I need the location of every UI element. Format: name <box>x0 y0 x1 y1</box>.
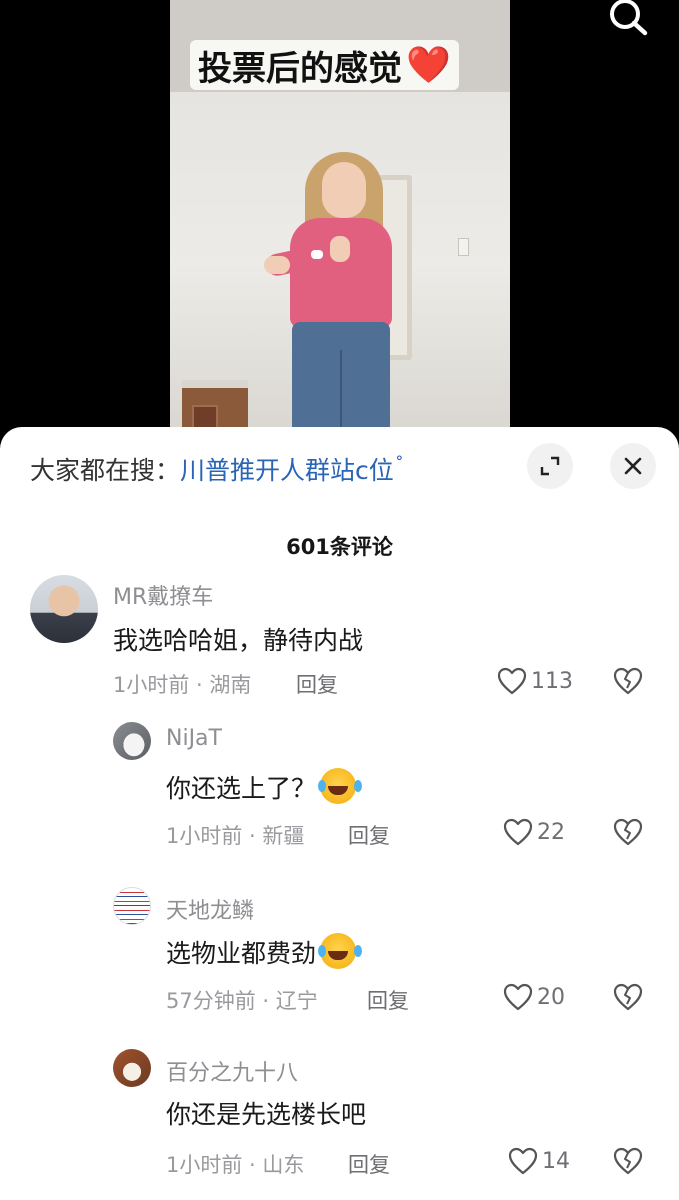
reply-button[interactable]: 回复 <box>296 669 338 699</box>
comment-text: 选物业都费劲 <box>166 933 357 970</box>
avatar[interactable] <box>113 722 151 760</box>
avatar[interactable] <box>113 1049 151 1087</box>
laughing-crying-emoji-icon <box>318 933 357 969</box>
comment-text-content: 你还选上了？ <box>166 774 317 803</box>
like-button[interactable]: 22 <box>503 816 565 848</box>
avatar[interactable] <box>30 575 98 643</box>
reply-button[interactable]: 回复 <box>367 985 409 1015</box>
like-button[interactable]: 113 <box>497 665 573 697</box>
person-hand-left <box>264 256 290 274</box>
comment-count: 601条评论 <box>286 535 393 559</box>
expand-icon <box>540 456 560 476</box>
reply-button[interactable]: 回复 <box>348 1149 390 1179</box>
avatar[interactable] <box>113 887 151 925</box>
heart-outline-icon <box>497 667 527 695</box>
hot-search-link[interactable]: 川普推开人群站c位 <box>180 456 394 485</box>
like-count: 113 <box>531 668 573 694</box>
comment-item: MR戴撩车 我选哈哈姐，静待内战 1小时前 · 湖南 回复 113 <box>0 575 679 705</box>
like-button[interactable]: 14 <box>508 1145 570 1177</box>
close-icon <box>624 457 642 475</box>
person-sticker <box>311 250 323 259</box>
comment-time-location: 1小时前 · 山东 <box>166 1153 305 1177</box>
comment-text: 我选哈哈姐，静待内战 <box>113 626 364 655</box>
video-caption-text: 投票后的感觉 <box>198 48 402 89</box>
video-wall-switch <box>458 238 469 256</box>
comment-text: 你还选上了？ <box>166 768 357 805</box>
heart-emoji-icon: ❤️ <box>406 45 451 86</box>
comment-text: 你还是先选楼长吧 <box>166 1100 367 1129</box>
video-player[interactable]: 投票后的感觉 ❤️ <box>0 0 679 440</box>
comment-time-location: 1小时前 · 湖南 <box>113 673 252 697</box>
search-icon[interactable] <box>605 0 651 36</box>
hot-search-small-search-icon: ᐤ <box>395 451 403 472</box>
comment-item: 百分之九十八 你还是先选楼长吧 1小时前 · 山东 回复 14 <box>0 1049 679 1199</box>
comment-time-location: 1小时前 · 新疆 <box>166 824 305 848</box>
heart-outline-icon <box>508 1147 538 1175</box>
broken-heart-icon[interactable] <box>612 665 644 697</box>
person-hand-right <box>330 236 350 262</box>
heart-outline-icon <box>503 818 533 846</box>
broken-heart-icon[interactable] <box>612 981 644 1013</box>
reply-button[interactable]: 回复 <box>348 820 390 850</box>
heart-outline-icon <box>503 983 533 1011</box>
comment-sheet: 大家都在搜：川普推开人群站c位 ᐤ 601条评论 MR戴撩车 我选哈哈姐，静待内战… <box>0 427 679 1200</box>
laughing-crying-emoji-icon <box>318 768 357 804</box>
like-button[interactable]: 20 <box>503 981 565 1013</box>
hot-search-label: 大家都在搜： <box>30 456 181 485</box>
comment-item: NiJaT 你还选上了？ 1小时前 · 新疆 回复 22 <box>0 722 679 862</box>
comment-username[interactable]: MR戴撩车 <box>113 579 213 611</box>
like-count: 22 <box>537 819 565 845</box>
hot-search-suggestion[interactable]: 大家都在搜：川普推开人群站c位 ᐤ <box>30 451 403 487</box>
close-button[interactable] <box>610 443 656 489</box>
comment-time-location: 57分钟前 · 辽宁 <box>166 989 318 1013</box>
comment-text-content: 选物业都费劲 <box>166 939 317 968</box>
comment-item: 天地龙鳞 选物业都费劲 57分钟前 · 辽宁 回复 20 <box>0 887 679 1027</box>
broken-heart-icon[interactable] <box>612 1145 644 1177</box>
expand-button[interactable] <box>527 443 573 489</box>
person-face <box>322 162 366 218</box>
like-count: 20 <box>537 984 565 1010</box>
comment-username[interactable]: 天地龙鳞 <box>166 893 254 925</box>
broken-heart-icon[interactable] <box>612 816 644 848</box>
like-count: 14 <box>542 1148 570 1174</box>
sheet-header: 大家都在搜：川普推开人群站c位 ᐤ <box>0 427 679 509</box>
comment-username[interactable]: NiJaT <box>166 726 222 751</box>
person-arm-right <box>350 240 386 300</box>
comment-username[interactable]: 百分之九十八 <box>166 1055 298 1087</box>
video-caption: 投票后的感觉 ❤️ <box>190 40 459 90</box>
